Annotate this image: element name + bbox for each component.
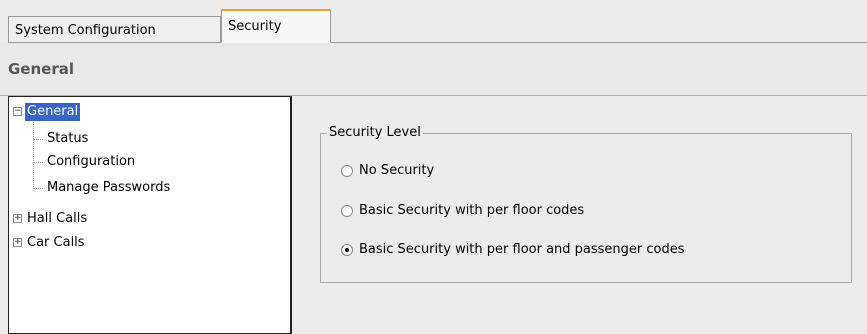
expand-icon[interactable]: + xyxy=(13,214,22,223)
radio-button[interactable] xyxy=(341,205,353,217)
security-level-group: Security Level No Security Basic Securit… xyxy=(320,125,852,283)
tab-system-configuration[interactable]: System Configuration xyxy=(8,16,221,43)
tree-node-general[interactable]: − General xyxy=(13,103,133,121)
radio-label[interactable]: Basic Security with per floor codes xyxy=(359,201,584,221)
radio-selected-dot xyxy=(345,248,349,252)
tree-connector xyxy=(33,117,34,189)
section-header: General xyxy=(0,43,867,96)
tree-connector xyxy=(33,162,43,163)
tree-node-label[interactable]: Configuration xyxy=(45,153,137,171)
tree-node-label[interactable]: Manage Passwords xyxy=(45,179,172,197)
collapse-icon[interactable]: − xyxy=(13,107,22,116)
tree-connector xyxy=(33,188,43,189)
radio-button[interactable] xyxy=(341,244,353,256)
tree-node-label[interactable]: General xyxy=(25,103,81,121)
tree-connector xyxy=(33,139,43,140)
radio-button[interactable] xyxy=(341,165,353,177)
tree-node-label[interactable]: Hall Calls xyxy=(25,210,89,228)
radio-label[interactable]: No Security xyxy=(359,161,434,181)
expand-icon[interactable]: + xyxy=(13,238,22,247)
page-title: General xyxy=(8,60,74,78)
tab-security[interactable]: Security xyxy=(221,9,331,43)
tab-bar: System Configuration Security xyxy=(8,8,867,43)
content-panel: Security Level No Security Basic Securit… xyxy=(292,96,867,334)
radio-label[interactable]: Basic Security with per floor and passen… xyxy=(359,240,685,260)
tree-node-label[interactable]: Car Calls xyxy=(25,234,87,252)
navigation-tree: − General Status Configuration Manage Pa… xyxy=(8,96,292,334)
tree-node-label[interactable]: Status xyxy=(45,130,90,148)
group-title: Security Level xyxy=(327,125,423,140)
